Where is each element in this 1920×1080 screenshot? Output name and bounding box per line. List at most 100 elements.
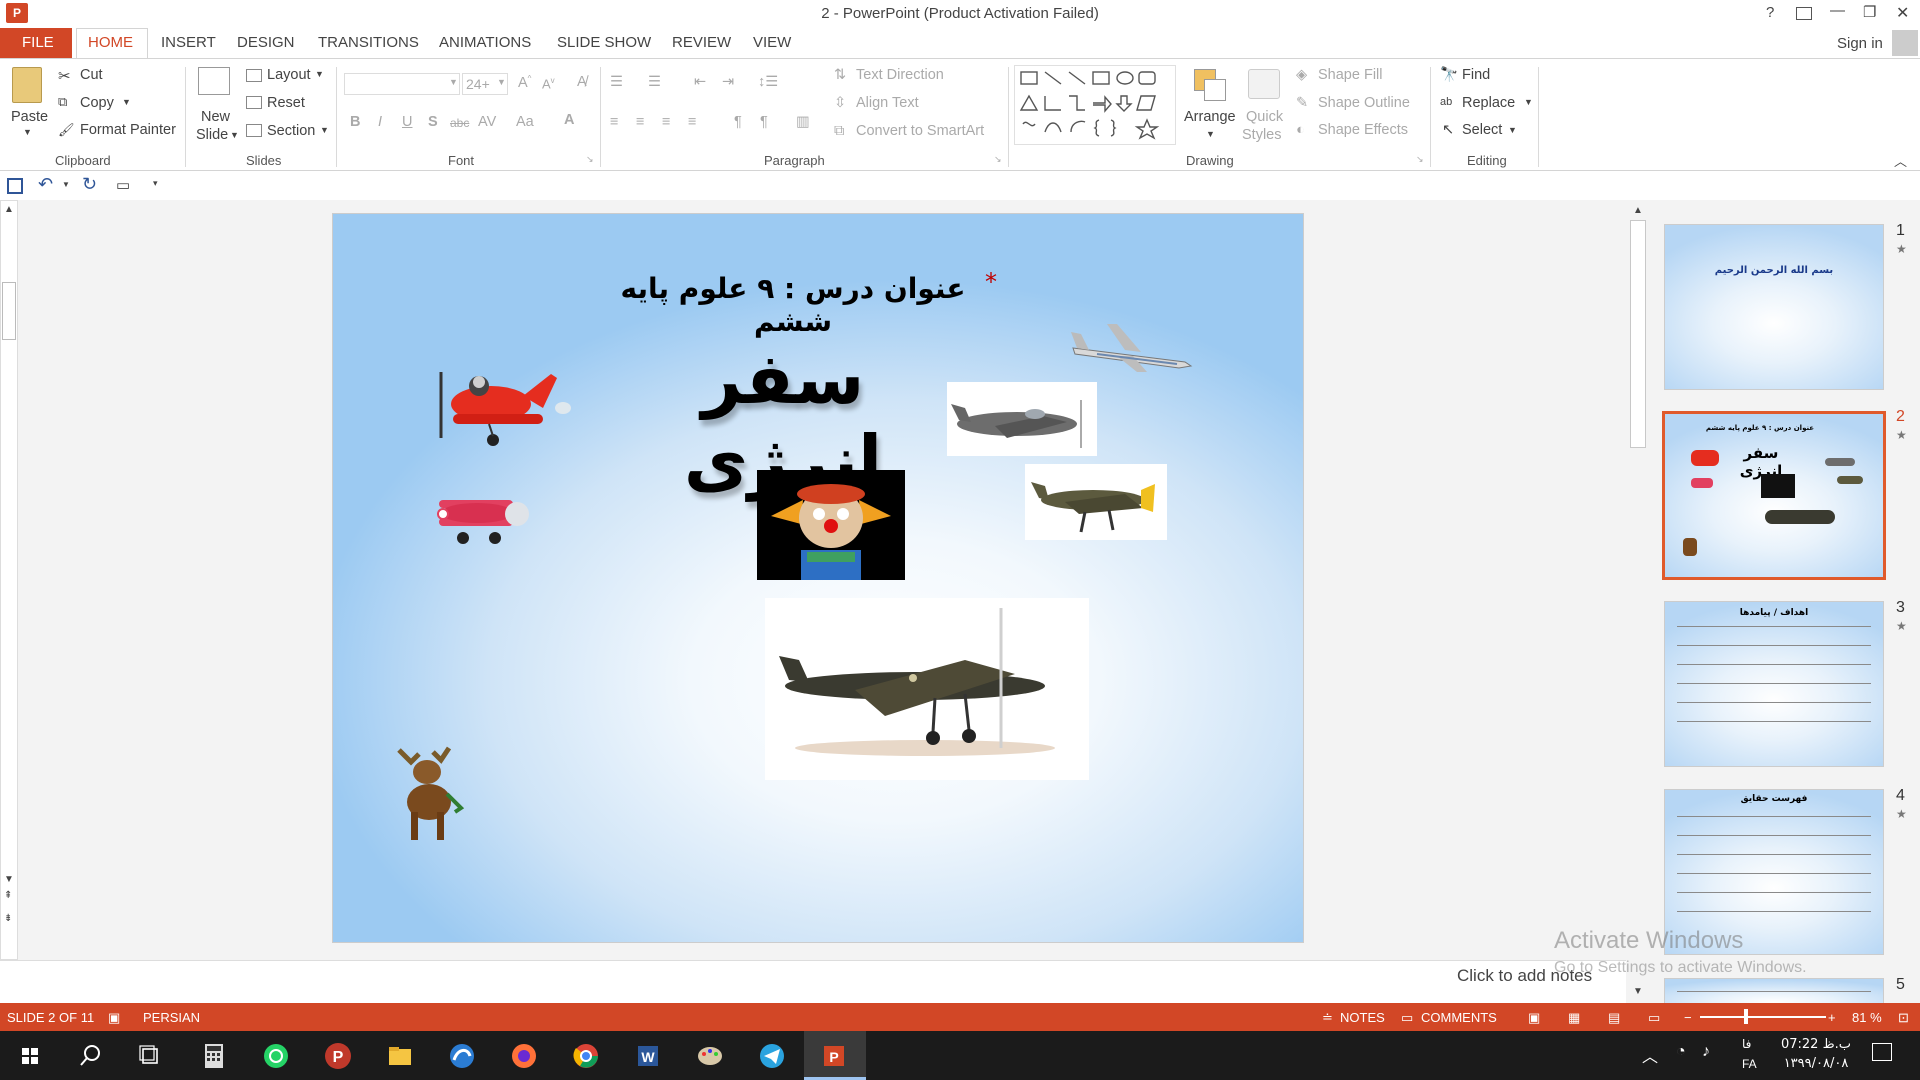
- italic-icon[interactable]: I: [378, 114, 382, 130]
- scroll-up-icon[interactable]: ▲: [4, 204, 14, 215]
- spellcheck-icon[interactable]: ▣: [108, 1010, 120, 1026]
- drawing-dialog-launcher-icon[interactable]: ↘: [1416, 154, 1424, 165]
- tab-slideshow[interactable]: SLIDE SHOW: [557, 34, 651, 51]
- columns-icon[interactable]: ▥: [796, 114, 810, 130]
- tab-design[interactable]: DESIGN: [237, 34, 295, 51]
- pink-biplane-image[interactable]: [433, 486, 543, 556]
- shadow-icon[interactable]: S: [428, 114, 438, 130]
- input-method-indicator[interactable]: فا: [1742, 1037, 1751, 1051]
- ltr-icon[interactable]: ¶: [734, 114, 742, 130]
- restore-button[interactable]: ❐: [1863, 3, 1876, 21]
- spitfire-image-frame[interactable]: [765, 598, 1089, 780]
- comments-icon[interactable]: ▭: [1401, 1010, 1413, 1026]
- reset-button[interactable]: Reset: [267, 95, 305, 111]
- font-dialog-launcher-icon[interactable]: ↘: [586, 154, 594, 165]
- fighter-plane-image-frame[interactable]: [947, 382, 1097, 456]
- tab-file-label[interactable]: FILE: [22, 34, 54, 51]
- telegram-icon[interactable]: [754, 1038, 790, 1074]
- volume-icon[interactable]: ♪: [1702, 1043, 1710, 1061]
- font-color-icon[interactable]: A: [564, 112, 574, 128]
- copy-dropdown-icon[interactable]: ▼: [122, 97, 131, 107]
- airliner-image[interactable]: [1067, 310, 1197, 380]
- arrange-dropdown-icon[interactable]: ▼: [1206, 129, 1215, 139]
- format-painter-button[interactable]: Format Painter: [80, 122, 176, 138]
- moose-image[interactable]: [389, 742, 469, 844]
- browser-blue-icon[interactable]: [444, 1038, 480, 1074]
- slide-sorter-icon[interactable]: ▦: [1568, 1010, 1580, 1026]
- zoom-slider[interactable]: [1700, 1016, 1826, 1018]
- whatsapp-icon[interactable]: [258, 1038, 294, 1074]
- align-center-icon[interactable]: ≡: [636, 114, 644, 130]
- text-direction-button[interactable]: Text Direction: [856, 67, 944, 83]
- thumbs-scroll-down-icon[interactable]: ▼: [1633, 986, 1643, 997]
- select-dropdown-icon[interactable]: ▼: [1508, 125, 1517, 135]
- slide-canvas[interactable]: * عنوان درس : ۹ علوم پایه ششم سفر انرژی: [332, 213, 1304, 943]
- tab-review[interactable]: REVIEW: [672, 34, 731, 51]
- previous-slide-icon[interactable]: ⇞: [4, 890, 12, 901]
- start-slideshow-icon[interactable]: ▭: [116, 176, 130, 194]
- quick-styles-button-2[interactable]: Styles: [1242, 127, 1282, 143]
- section-button[interactable]: Section: [267, 123, 315, 139]
- signin-link[interactable]: Sign in: [1837, 35, 1883, 52]
- scroll-thumb[interactable]: [2, 282, 16, 340]
- clipboard-paste-icon[interactable]: [12, 67, 42, 103]
- section-dropdown-icon[interactable]: ▼: [320, 125, 329, 135]
- clock-time[interactable]: 07:22 ب.ظ: [1776, 1037, 1856, 1052]
- thumbnail-slide-2[interactable]: عنوان درس : ۹ علوم پایه ششم سفر انرژی: [1662, 411, 1886, 580]
- customize-qat-icon[interactable]: ▾: [153, 178, 158, 189]
- shape-outline-button[interactable]: Shape Outline: [1318, 95, 1410, 111]
- ribbon-display-options-icon[interactable]: [1796, 7, 1812, 20]
- change-case-icon[interactable]: Aa: [516, 114, 534, 130]
- thumbnail-slide-3[interactable]: اهداف / پیامدها: [1664, 601, 1884, 767]
- help-button[interactable]: ?: [1766, 4, 1774, 21]
- firefox-icon[interactable]: [506, 1038, 542, 1074]
- thumbs-scroll-thumb[interactable]: [1630, 220, 1646, 448]
- task-view-icon[interactable]: [132, 1038, 168, 1074]
- clown-image-frame[interactable]: [757, 470, 905, 580]
- avatar[interactable]: [1892, 30, 1918, 56]
- thumbs-scroll-up-icon[interactable]: ▲: [1633, 205, 1643, 216]
- bullets-icon[interactable]: ☰: [610, 74, 623, 90]
- comments-button[interactable]: COMMENTS: [1421, 1010, 1497, 1025]
- paint-icon[interactable]: [692, 1038, 728, 1074]
- convert-smartart-button[interactable]: Convert to SmartArt: [856, 123, 984, 139]
- increase-indent-icon[interactable]: ⇥: [722, 74, 734, 90]
- shrink-font-icon[interactable]: Av: [542, 76, 555, 91]
- font-size-value[interactable]: 24+: [466, 76, 490, 92]
- notifications-icon[interactable]: [1872, 1043, 1892, 1061]
- tab-transitions[interactable]: TRANSITIONS: [318, 34, 419, 51]
- language-indicator[interactable]: PERSIAN: [143, 1010, 200, 1025]
- find-button[interactable]: Find: [1462, 67, 1490, 83]
- windows-start-icon[interactable]: [12, 1038, 48, 1074]
- zoom-out-icon[interactable]: −: [1684, 1010, 1692, 1025]
- new-slide-button[interactable]: New: [201, 109, 230, 125]
- zoom-level[interactable]: 81 %: [1852, 1010, 1882, 1025]
- stuka-plane-image-frame[interactable]: [1025, 464, 1167, 540]
- clock-date[interactable]: ۱۳۹۹/۰۸/۰۸: [1776, 1056, 1856, 1071]
- next-slide-icon[interactable]: ⇟: [4, 913, 12, 924]
- replace-dropdown-icon[interactable]: ▼: [1524, 97, 1533, 107]
- thumbnail-slide-1[interactable]: بسم الله الرحمن الرحیم: [1664, 224, 1884, 390]
- new-slide-button-2[interactable]: Slide: [196, 127, 228, 143]
- line-spacing-icon[interactable]: ↕☰: [758, 74, 778, 90]
- redo-icon[interactable]: ↻: [82, 174, 97, 195]
- tab-view[interactable]: VIEW: [753, 34, 791, 51]
- tab-home[interactable]: HOME: [88, 34, 133, 51]
- layout-dropdown-icon[interactable]: ▼: [315, 69, 324, 79]
- close-button[interactable]: ✕: [1896, 3, 1909, 23]
- layout-button[interactable]: Layout: [267, 67, 311, 83]
- chrome-icon[interactable]: [568, 1038, 604, 1074]
- numbering-icon[interactable]: ☰: [648, 74, 661, 90]
- quick-styles-button[interactable]: Quick: [1246, 109, 1283, 125]
- undo-dropdown-icon[interactable]: ▼: [62, 180, 70, 189]
- word-icon[interactable]: W: [630, 1038, 666, 1074]
- zoom-in-icon[interactable]: +: [1828, 1010, 1836, 1025]
- zoom-slider-thumb[interactable]: [1744, 1009, 1748, 1024]
- shape-fill-button[interactable]: Shape Fill: [1318, 67, 1382, 83]
- arrange-button[interactable]: Arrange: [1184, 109, 1236, 125]
- tab-animations[interactable]: ANIMATIONS: [439, 34, 531, 51]
- scroll-down-icon[interactable]: ▼: [4, 874, 14, 885]
- font-name-combobox[interactable]: [344, 73, 460, 95]
- minimize-button[interactable]: —: [1830, 2, 1845, 19]
- normal-view-icon[interactable]: ▣: [1528, 1010, 1540, 1026]
